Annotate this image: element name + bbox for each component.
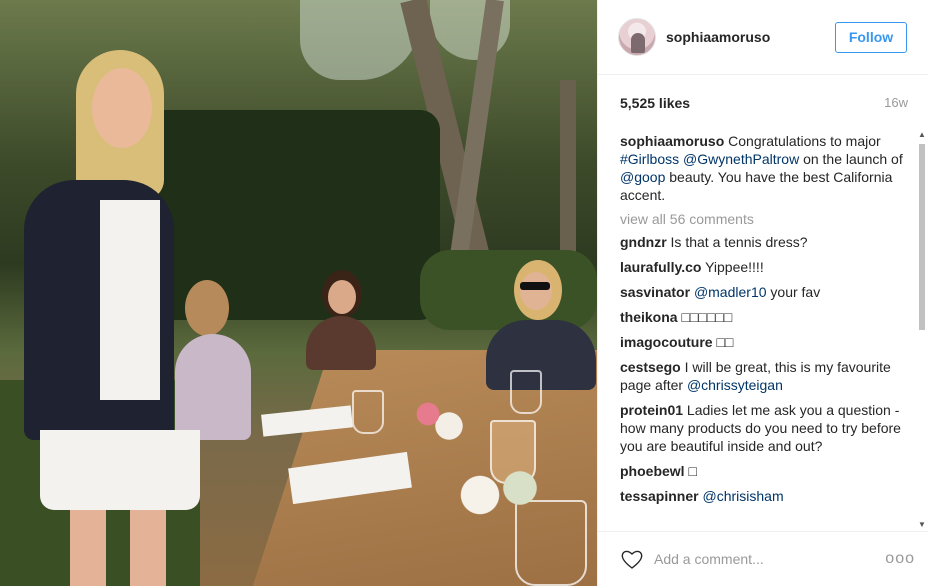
comment-row: cestsego I will be great, this is my fav… [620,358,904,394]
scroll-down-arrow-icon[interactable]: ▼ [918,520,926,530]
flower-arrangement [450,460,550,530]
post-header: sophiaamoruso Follow [598,0,928,75]
instagram-post: sophiaamoruso Follow 5,525 likes 16w sop… [0,0,928,586]
comment-text: your fav [766,284,821,300]
flower-arrangement [400,390,470,450]
post-author-username[interactable]: sophiaamoruso [666,29,835,45]
likes-count[interactable]: 5,525 likes [620,95,690,125]
mention-link[interactable]: @madler10 [694,284,767,300]
comment-text: Is that a tennis dress? [666,234,808,250]
comment-username[interactable]: imagocouture [620,334,713,350]
avatar[interactable] [618,18,656,56]
comment-row: gndnzr Is that a tennis dress? [620,233,904,251]
comment-row: phoebewl □ [620,462,904,480]
comment-username[interactable]: theikona [620,309,678,325]
wine-glass [510,370,542,414]
mention-link[interactable]: #Girlboss [620,151,679,167]
comment-text: □ [684,463,697,479]
comment-text: □□□□□□ [677,309,733,325]
scroll-up-arrow-icon[interactable]: ▲ [918,130,926,140]
seated-guest [300,270,380,370]
comment-row: theikona □□□□□□ [620,308,904,326]
comment-username[interactable]: phoebewl [620,463,685,479]
comment-username[interactable]: laurafully.co [620,259,701,275]
mention-link[interactable]: @chrissyteigan [687,377,783,393]
comment-username[interactable]: sasvinator [620,284,690,300]
heart-outline-icon[interactable] [620,547,644,571]
comment-username[interactable]: sophiaamoruso [620,133,724,149]
post-photo[interactable] [0,0,597,586]
mention-link[interactable]: @goop [620,169,665,185]
mention-link[interactable]: @chrisisham [702,488,783,504]
standing-woman [20,50,250,586]
scroll-thumb[interactable] [919,144,925,330]
post-sidebar: sophiaamoruso Follow 5,525 likes 16w sop… [597,0,928,586]
comment-text: on the launch of [799,151,903,167]
tree-trunk [560,80,576,270]
comment-username[interactable]: tessapinner [620,488,699,504]
comment-row: protein01 Ladies let me ask you a questi… [620,401,904,455]
comment-row: imagocouture □□ [620,333,904,351]
comments-list: sophiaamoruso Congratulations to major #… [620,132,904,532]
more-options-icon[interactable]: ooo [885,550,915,568]
post-caption: sophiaamoruso Congratulations to major #… [620,132,904,204]
likes-row: 5,525 likes 16w [598,75,928,125]
comments-scrollbar[interactable]: ▲ ▼ [918,130,926,530]
wine-glass [352,390,384,434]
follow-button[interactable]: Follow [835,21,907,53]
comment-text: □□ [712,334,734,350]
post-age[interactable]: 16w [884,95,908,125]
comment-text: Yippee!!!! [701,259,764,275]
view-all-comments-link[interactable]: view all 56 comments [620,211,904,227]
comment-row: sasvinator @madler10 your fav [620,283,904,301]
mention-link[interactable]: @GwynethPaltrow [683,151,799,167]
add-comment-input[interactable] [654,551,886,567]
comment-row: laurafully.co Yippee!!!! [620,258,904,276]
comment-text: Congratulations to major [724,133,881,149]
comment-username[interactable]: gndnzr [620,234,667,250]
comment-footer: ooo [598,531,928,586]
comment-username[interactable]: protein01 [620,402,683,418]
comment-username[interactable]: cestsego [620,359,681,375]
comment-row: tessapinner @chrisisham [620,487,904,505]
